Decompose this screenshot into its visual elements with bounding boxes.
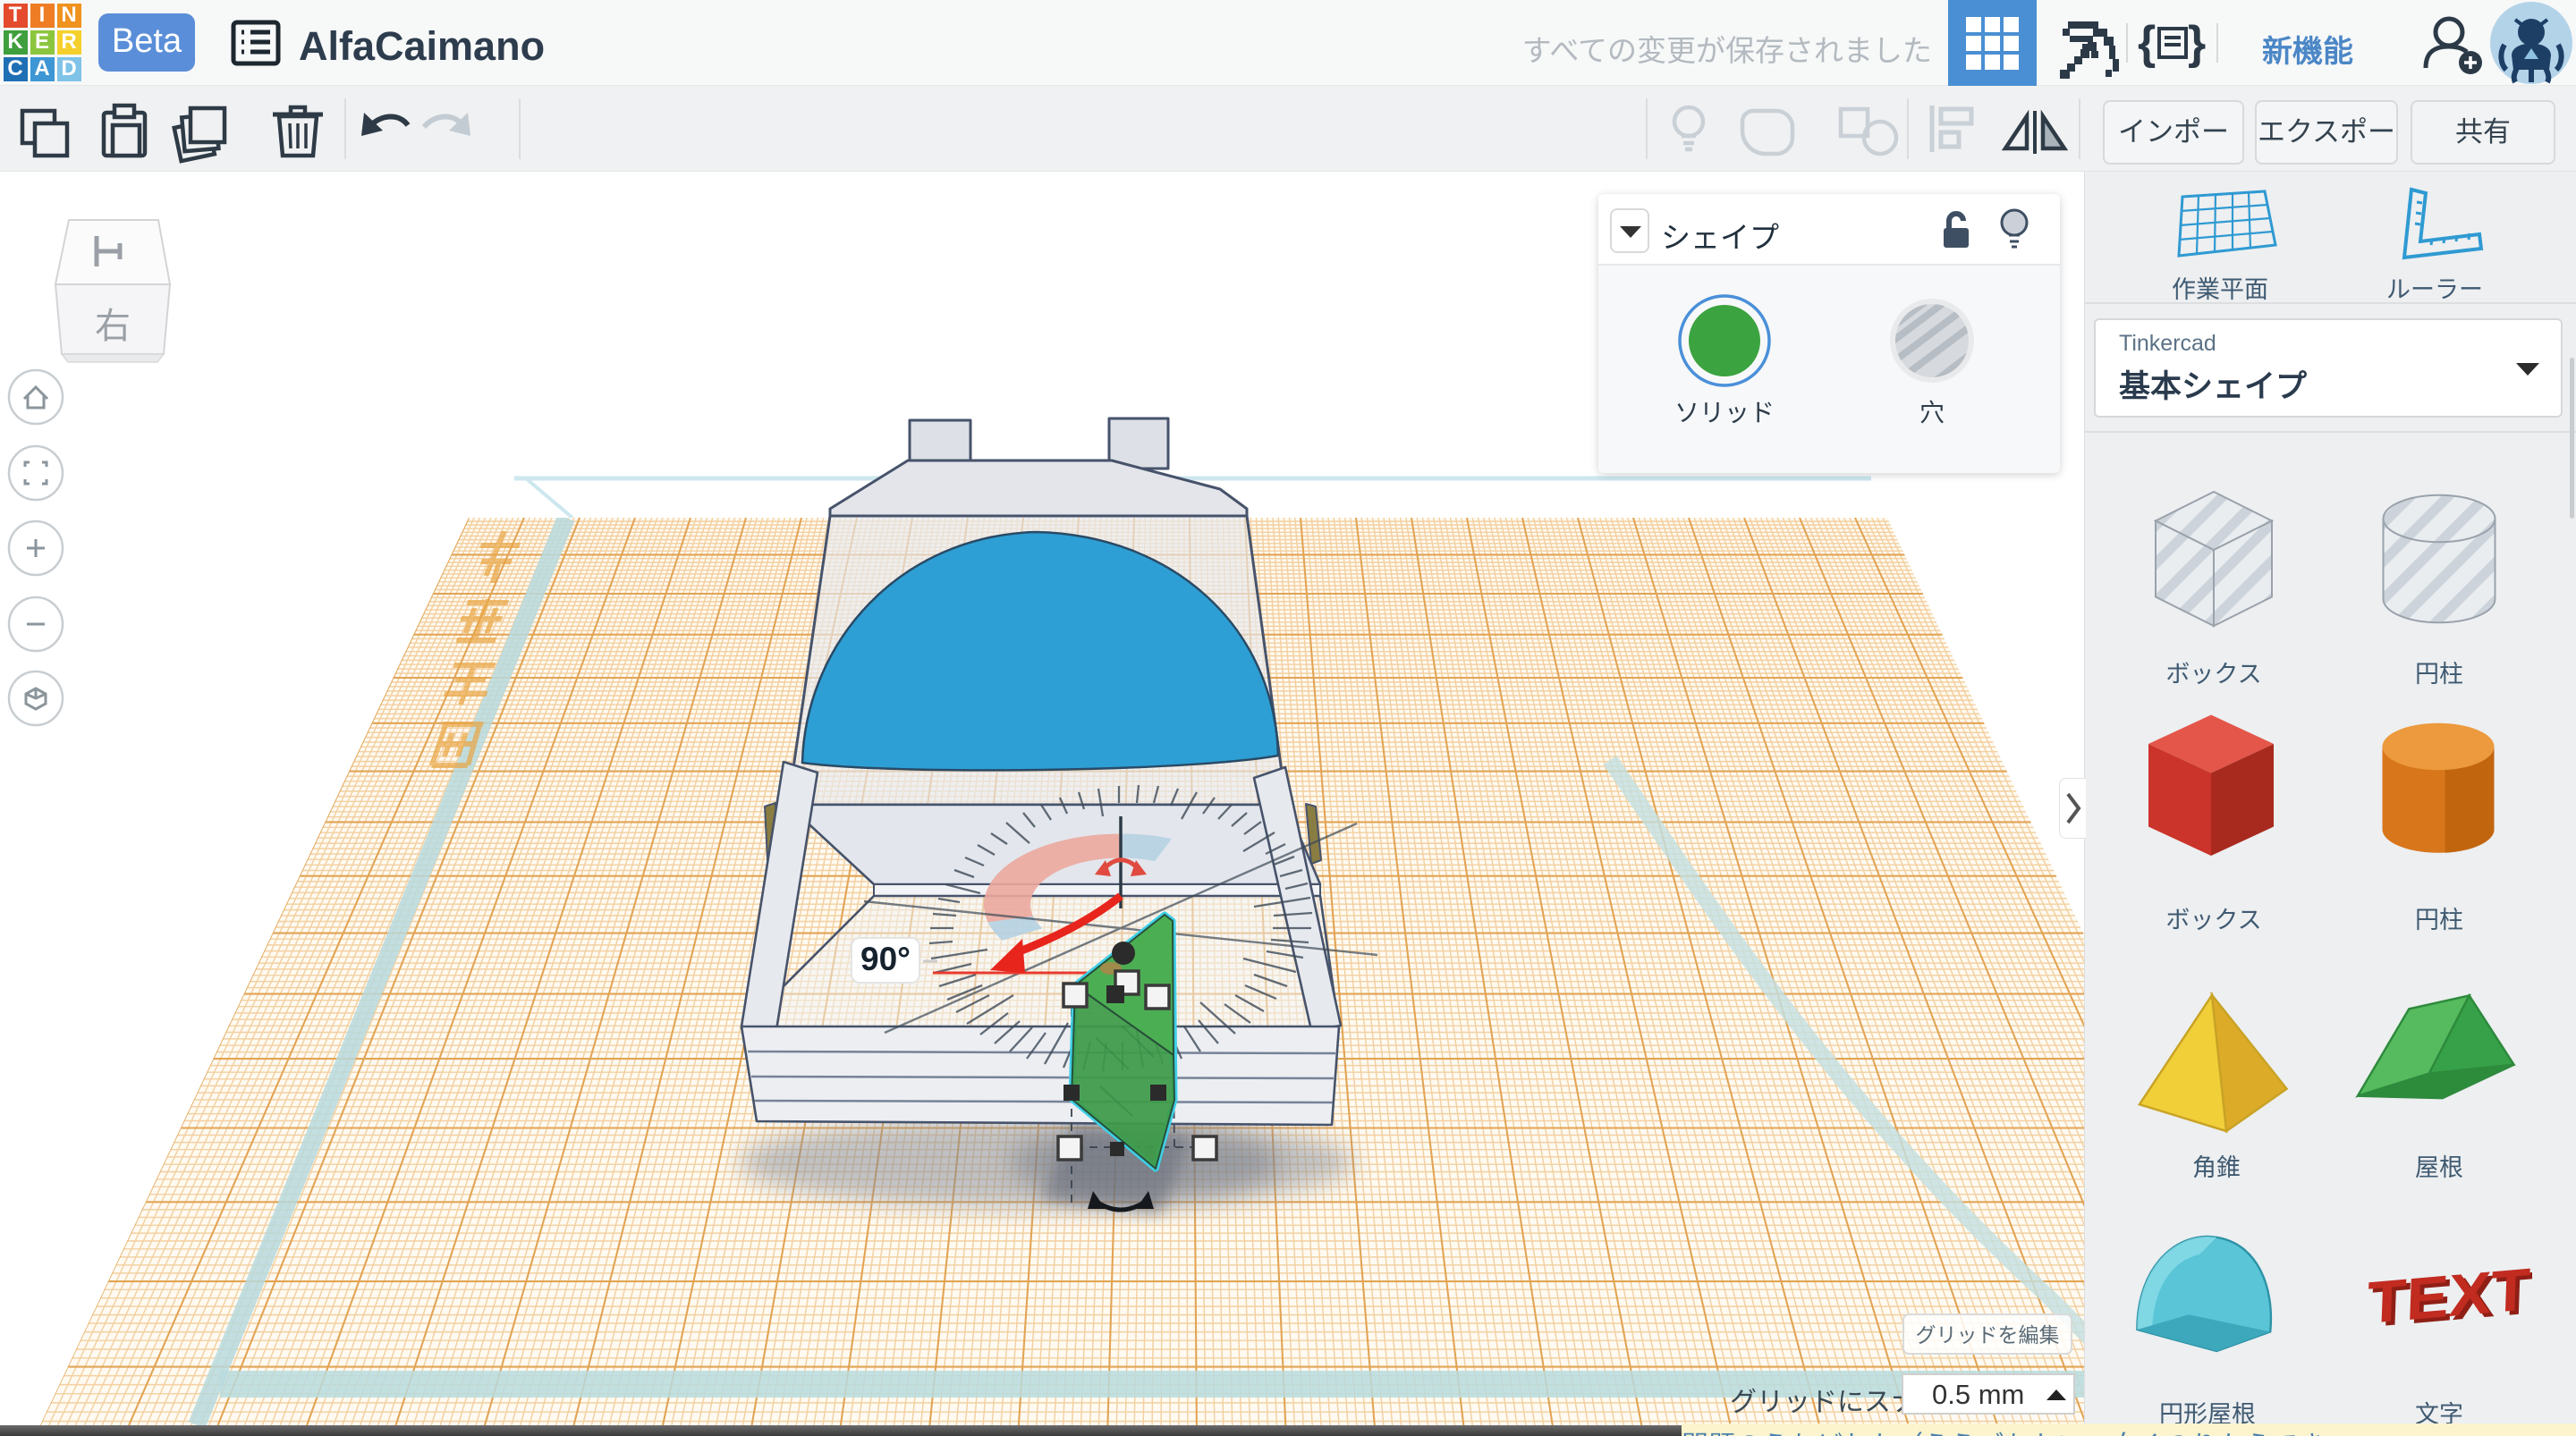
svg-text:{: { [2138, 18, 2156, 68]
svg-text:A: A [34, 56, 49, 80]
svg-text:R: R [61, 30, 76, 54]
svg-text:D: D [61, 56, 76, 80]
svg-text:N: N [61, 4, 76, 27]
svg-text:I: I [39, 4, 46, 27]
svg-text:右: 右 [95, 307, 131, 346]
svg-text:K: K [7, 30, 23, 54]
svg-text:T: T [9, 4, 22, 27]
svg-text:E: E [35, 30, 49, 54]
svg-text:}: } [2188, 18, 2206, 68]
svg-text:C: C [7, 56, 22, 80]
svg-text:90°: 90° [860, 941, 911, 977]
